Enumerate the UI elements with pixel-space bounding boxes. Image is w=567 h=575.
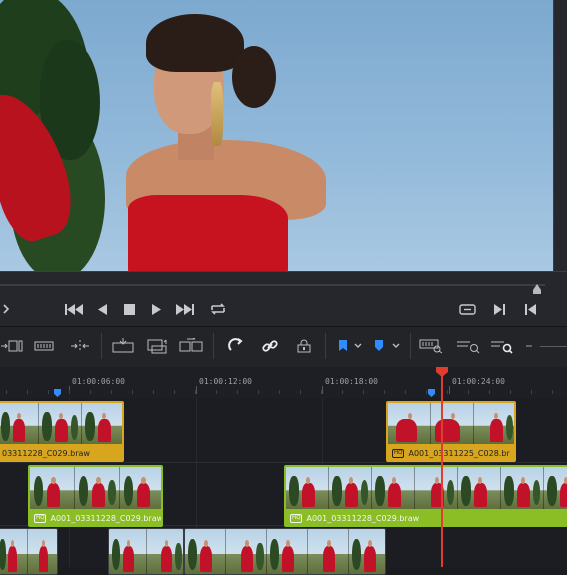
next-edit-icon[interactable] [492,301,506,317]
timeline-clip[interactable] [108,528,184,575]
zoom-out-icon[interactable] [524,336,534,356]
track-divider [0,462,567,463]
toolbar-separator [410,333,411,359]
ruler-minor-tick [468,390,469,394]
video-viewer[interactable] [0,0,553,271]
step-back-icon[interactable] [96,301,108,317]
ruler-major-tick [196,386,197,394]
ruler-major-tick [322,386,323,394]
toolbar-separator [325,333,326,359]
subject-dress-top [128,195,288,271]
ruler-minor-tick [321,390,322,394]
replace-clip-icon[interactable] [178,336,204,356]
ruler-minor-tick [552,390,553,394]
ruler-minor-tick [447,390,448,394]
scrub-bar[interactable] [0,284,545,286]
ruler-minor-tick [363,390,364,394]
ruler-minor-tick [300,390,301,394]
ruler-minor-tick [531,390,532,394]
chevron-right-icon[interactable] [0,301,12,317]
ruler-minor-tick [342,390,343,394]
ruler-minor-tick [279,390,280,394]
ruler-minor-tick [426,390,427,394]
ruler-major-tick [449,386,450,394]
timecode-label: 01:00:06:00 [72,377,125,386]
clip-name: A001_03311228_C029.braw [50,513,161,523]
zoom-full-icon[interactable] [418,336,444,356]
toolbar-separator [101,333,102,359]
marker-icon[interactable] [372,336,404,356]
viewer-side-panel [553,0,567,271]
timeline-clip[interactable]: HQ A001_03311228_C029.braw [28,465,163,527]
position-lock-icon[interactable] [294,336,314,356]
timeline-clip[interactable]: HQ A001_03311225_C028.br [386,401,516,462]
previous-edit-icon[interactable] [523,301,537,317]
playhead[interactable] [441,372,443,567]
earring [211,82,223,146]
flag-icon[interactable] [336,336,366,356]
ruler-minor-tick [216,390,217,394]
ruler-minor-tick [132,390,133,394]
loop-icon[interactable] [208,301,228,317]
dynamic-trim-icon[interactable] [33,336,55,356]
hq-badge: HQ [290,513,303,523]
ruler-minor-tick [258,390,259,394]
hq-badge: HQ [392,448,405,458]
jump-to-end-icon[interactable] [175,301,195,317]
clip-name: 03311228_C029.braw [2,448,90,458]
clip-name: A001_03311228_C029.braw [306,513,420,523]
ruler-minor-tick [195,390,196,394]
toolbar-separator [213,333,214,359]
timeline-clip[interactable]: 03311228_C029.braw [0,401,124,462]
clip-label: HQ A001_03311225_C028.br [388,446,514,460]
trim-mode-icon[interactable] [0,336,24,356]
timecode-label: 01:00:24:00 [452,377,505,386]
clip-label: HQ A001_03311228_C029.braw [286,511,567,525]
ruler-minor-tick [384,390,385,394]
timecode-label: 01:00:12:00 [199,377,252,386]
ruler-minor-tick [489,390,490,394]
ruler-minor-tick [48,390,49,394]
timeline-clip[interactable] [0,528,58,575]
ruler-minor-tick [27,390,28,394]
overwrite-clip-icon[interactable] [145,336,169,356]
play-icon[interactable] [150,301,162,317]
stop-icon[interactable] [122,301,136,317]
ruler-minor-tick [174,390,175,394]
transport-bar [0,271,567,326]
clip-label: 03311228_C029.braw [0,446,122,460]
zoom-slider[interactable] [540,346,567,347]
timeline-clip[interactable] [184,528,386,575]
zoom-custom-icon[interactable] [489,336,515,356]
ruler-minor-tick [6,390,7,394]
hq-badge: HQ [34,513,47,523]
timeline-clip[interactable]: HQ A001_03311228_C029.braw [284,465,567,527]
ruler-minor-tick [111,390,112,394]
snapping-icon[interactable] [226,336,246,356]
subject-hair-bun [232,46,276,108]
match-frame-icon[interactable] [458,301,476,317]
clip-label: HQ A001_03311228_C029.braw [30,511,161,525]
ruler-minor-tick [405,390,406,394]
link-icon[interactable] [260,336,280,356]
ruler-minor-tick [237,390,238,394]
jump-to-start-icon[interactable] [64,301,84,317]
blade-edit-icon[interactable] [68,336,92,356]
ruler-minor-tick [90,390,91,394]
ruler-minor-tick [510,390,511,394]
insert-clip-icon[interactable] [110,336,136,356]
timecode-label: 01:00:18:00 [325,377,378,386]
ruler-minor-tick [153,390,154,394]
subject-hair [146,14,244,72]
zoom-detail-icon[interactable] [455,336,481,356]
ruler-minor-tick [69,390,70,394]
clip-name: A001_03311225_C028.br [408,448,510,458]
